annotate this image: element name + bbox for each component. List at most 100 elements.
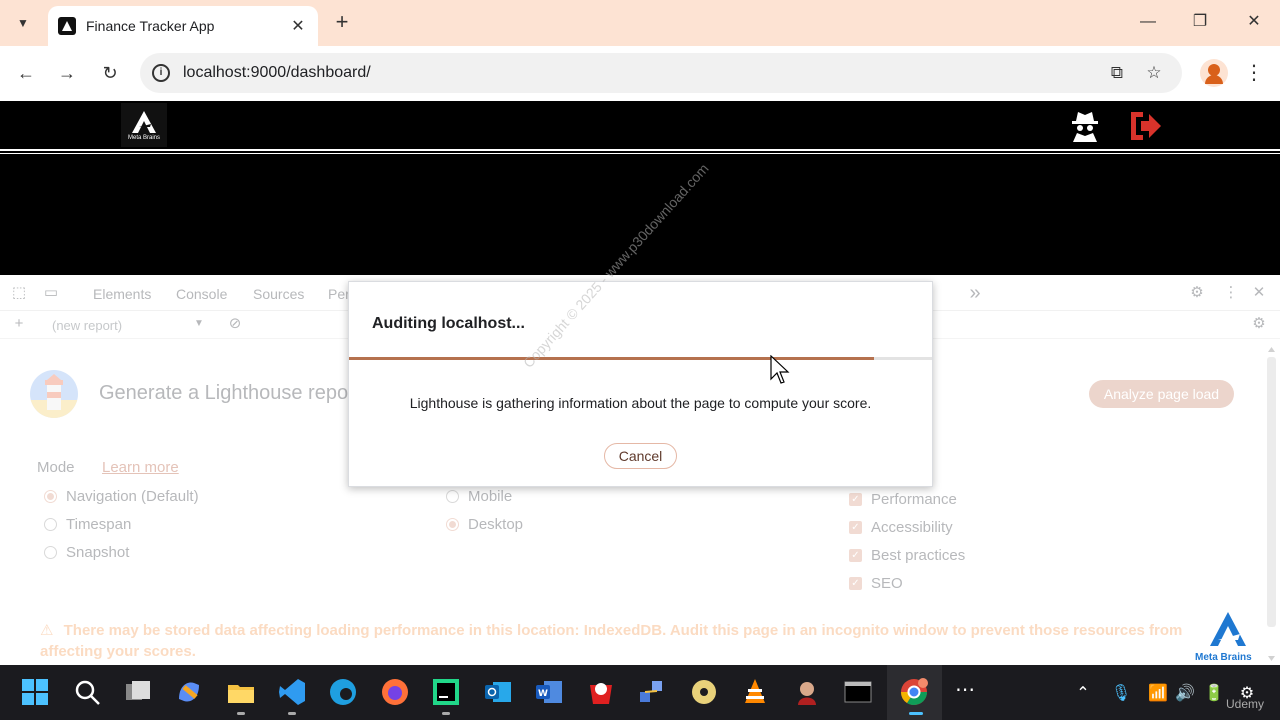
category-best-practices[interactable]: ✓ Best practices [849, 547, 965, 564]
analyze-page-load-button[interactable]: Analyze page load [1089, 380, 1234, 408]
omnibox[interactable]: i localhost:9000/dashboard/ ⧉ ☆ [140, 53, 1182, 93]
battery-icon[interactable]: 🔋 [1203, 683, 1225, 705]
active-indicator [909, 712, 923, 715]
new-tab-plus-icon[interactable]: + [330, 10, 354, 34]
bookmark-star-icon[interactable]: ☆ [1143, 62, 1165, 84]
pycharm-icon[interactable] [431, 677, 461, 707]
warning-triangle-icon: ⚠ [40, 622, 54, 639]
inspect-element-icon[interactable]: ⬚ [10, 284, 28, 302]
more-tabs-chevron-icon[interactable]: » [966, 283, 984, 303]
new-report-plus-icon[interactable]: + [10, 315, 28, 333]
edge-browser-icon[interactable] [328, 677, 358, 707]
mode-option-label: Navigation (Default) [66, 488, 199, 505]
windows-start-icon[interactable] [20, 677, 50, 707]
category-label: Accessibility [871, 519, 953, 536]
mode-option-timespan[interactable]: Timespan [44, 516, 131, 533]
terminal-icon[interactable] [843, 677, 873, 707]
media-disc-icon[interactable] [689, 677, 719, 707]
running-indicator [237, 712, 245, 715]
mode-option-snapshot[interactable]: Snapshot [44, 544, 129, 561]
report-dropdown-icon[interactable]: ▼ [190, 315, 208, 333]
volume-icon[interactable]: 🔊 [1174, 683, 1196, 705]
task-view-icon[interactable] [123, 677, 153, 707]
devtools-scrollbar[interactable] [1265, 345, 1278, 665]
back-arrow-icon[interactable]: ← [13, 60, 39, 86]
checkbox-accessibility[interactable]: ✓ [849, 521, 862, 534]
devtools-settings-gear-icon[interactable]: ⚙ [1188, 284, 1206, 302]
chrome-icon[interactable] [899, 677, 929, 707]
device-toolbar-icon[interactable]: ▭ [42, 284, 60, 302]
radio-navigation[interactable] [44, 490, 57, 503]
meta-brains-logo[interactable]: Meta Brains [121, 103, 167, 147]
tab-elements[interactable]: Elements [93, 286, 151, 302]
vlc-icon[interactable] [740, 677, 770, 707]
radio-desktop[interactable] [446, 518, 459, 531]
forward-arrow-icon[interactable]: → [54, 60, 80, 86]
tab-console[interactable]: Console [176, 286, 227, 302]
more-apps-icon[interactable]: ⋯ [954, 679, 976, 701]
radio-timespan[interactable] [44, 518, 57, 531]
close-window-icon[interactable]: ✕ [1242, 10, 1266, 34]
logo-text: Meta Brains [127, 134, 160, 141]
network-app-icon[interactable] [637, 677, 667, 707]
report-select[interactable]: (new report) [52, 318, 122, 333]
mode-option-navigation[interactable]: Navigation (Default) [44, 488, 199, 505]
tab-search-chevron-icon[interactable]: ▼ [8, 8, 38, 38]
photo-app-icon[interactable] [792, 677, 822, 707]
checkbox-best-practices[interactable]: ✓ [849, 549, 862, 562]
checkbox-performance[interactable]: ✓ [849, 493, 862, 506]
learn-more-link[interactable]: Learn more [102, 459, 179, 476]
radio-mobile[interactable] [446, 490, 459, 503]
incognito-spy-icon[interactable] [1068, 109, 1102, 143]
lighthouse-settings-gear-icon[interactable]: ⚙ [1250, 315, 1268, 333]
word-icon[interactable]: W [534, 677, 564, 707]
audit-progress-fill [349, 357, 874, 360]
microphone-icon[interactable]: 🎙 [1110, 683, 1132, 705]
mode-option-label: Timespan [66, 516, 132, 533]
url-text[interactable]: localhost:9000/dashboard/ [183, 64, 371, 82]
tab-close-icon[interactable]: ✕ [288, 16, 308, 36]
tray-chevron-up-icon[interactable]: ⌃ [1072, 683, 1094, 705]
svg-text:W: W [538, 689, 548, 699]
storage-warning: ⚠ There may be stored data affecting loa… [40, 620, 1220, 662]
device-option-label: Desktop [468, 516, 524, 533]
reload-icon[interactable]: ↻ [97, 60, 123, 86]
copilot-icon[interactable] [174, 677, 204, 707]
red-app-icon[interactable] [586, 677, 616, 707]
browser-menu-icon[interactable]: ⋮ [1244, 60, 1264, 86]
restore-icon[interactable]: ❐ [1188, 10, 1212, 34]
devtools-close-icon[interactable]: ✕ [1250, 284, 1268, 302]
vscode-icon[interactable] [277, 677, 307, 707]
checkbox-seo[interactable]: ✓ [849, 577, 862, 590]
minimize-icon[interactable]: — [1136, 10, 1160, 34]
running-indicator [288, 712, 296, 715]
auditing-dialog: Auditing localhost... Lighthouse is gath… [348, 281, 933, 487]
search-icon[interactable] [72, 677, 102, 707]
browser-tab[interactable]: Finance Tracker App ✕ [48, 6, 318, 46]
category-performance[interactable]: ✓ Performance [849, 491, 957, 508]
open-in-new-icon[interactable]: ⧉ [1106, 62, 1128, 84]
category-seo[interactable]: ✓ SEO [849, 575, 903, 592]
tab-sources[interactable]: Sources [253, 286, 304, 302]
clear-report-icon[interactable]: ⊘ [226, 315, 244, 333]
mode-option-label: Snapshot [66, 544, 130, 561]
outlook-icon[interactable] [483, 677, 513, 707]
profile-avatar-icon[interactable] [1200, 59, 1228, 87]
running-indicator [442, 712, 450, 715]
firefox-icon[interactable] [380, 677, 410, 707]
site-info-icon[interactable]: i [152, 64, 170, 82]
category-accessibility[interactable]: ✓ Accessibility [849, 519, 953, 536]
dialog-message: Lighthouse is gathering information abou… [409, 395, 872, 411]
device-option-desktop[interactable]: Desktop [446, 516, 523, 533]
mouse-cursor-icon [770, 355, 790, 384]
logout-icon[interactable] [1127, 109, 1163, 143]
device-option-mobile[interactable]: Mobile [446, 488, 512, 505]
devtools-menu-icon[interactable]: ⋮ [1222, 284, 1240, 302]
wifi-icon[interactable]: 📶 [1147, 683, 1169, 705]
cancel-button[interactable]: Cancel [604, 443, 677, 469]
device-option-label: Mobile [468, 488, 513, 505]
radio-snapshot[interactable] [44, 546, 57, 559]
file-explorer-icon[interactable] [226, 677, 256, 707]
tab-performance[interactable]: Per [328, 286, 350, 302]
tab-title: Finance Tracker App [86, 18, 215, 34]
